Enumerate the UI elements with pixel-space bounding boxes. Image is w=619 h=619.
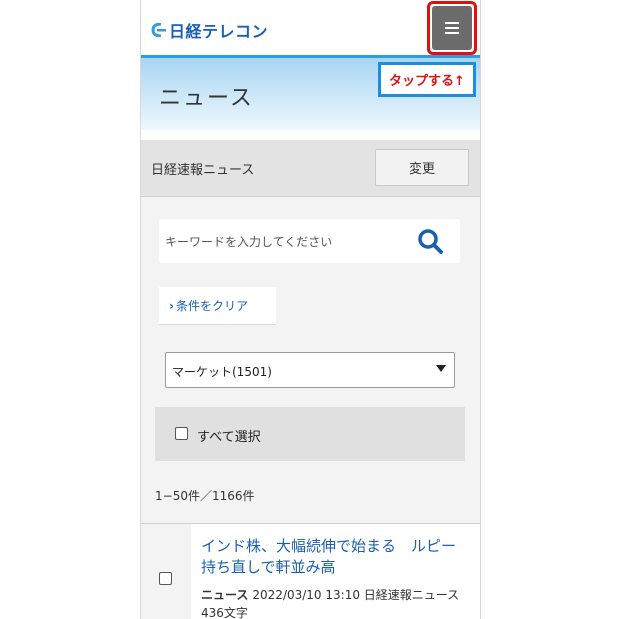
article-title-link[interactable]: インド株、大幅続伸で始まる ルピー持ち直しで軒並み高 bbox=[201, 536, 466, 578]
news-source-bar: 日経速報ニュース 変更 bbox=[141, 140, 480, 197]
change-button[interactable]: 変更 bbox=[375, 149, 469, 186]
header: 日経テレコン bbox=[141, 0, 480, 58]
search-input[interactable]: キーワードを入力してください bbox=[165, 233, 332, 250]
search-icon[interactable] bbox=[416, 227, 444, 255]
list-item: インド株、大幅続伸で始まる ルピー持ち直しで軒並み高 ニュース 2022/03/1… bbox=[141, 523, 480, 619]
select-all-bar: すべて選択 bbox=[155, 407, 465, 461]
app-screen: 日経テレコン ニュース タップする↑ 日経速報ニュース 変更 キーワードを入力し… bbox=[140, 0, 481, 619]
article-source: ニュース bbox=[201, 588, 249, 602]
chevron-right-icon: › bbox=[169, 298, 174, 313]
logo-mark-icon bbox=[151, 23, 166, 37]
clear-conditions-button[interactable]: › 条件をクリア bbox=[159, 287, 276, 325]
logo-text: 日経テレコン bbox=[169, 22, 269, 41]
page-title: ニュース bbox=[159, 86, 254, 111]
dropdown-arrow-icon bbox=[436, 365, 446, 372]
category-select-value: マーケット(1501) bbox=[172, 365, 272, 379]
menu-button[interactable] bbox=[432, 6, 472, 50]
tap-hint-callout: タップする↑ bbox=[378, 62, 476, 97]
logo[interactable]: 日経テレコン bbox=[151, 18, 268, 42]
select-all-label[interactable]: すべて選択 bbox=[197, 426, 261, 445]
result-count: 1−50件／1166件 bbox=[155, 489, 255, 503]
category-select[interactable]: マーケット(1501) bbox=[165, 352, 455, 388]
clear-conditions-label: 条件をクリア bbox=[175, 299, 248, 313]
hamburger-icon bbox=[445, 22, 459, 34]
news-source-label: 日経速報ニュース bbox=[151, 163, 255, 178]
select-all-checkbox[interactable] bbox=[175, 427, 188, 440]
search-field[interactable]: キーワードを入力してください bbox=[159, 219, 460, 263]
article-meta: ニュース 2022/03/10 13:10 日経速報ニュース 436文字 bbox=[201, 586, 471, 619]
article-checkbox-cell bbox=[141, 524, 191, 619]
article-checkbox[interactable] bbox=[159, 572, 172, 585]
